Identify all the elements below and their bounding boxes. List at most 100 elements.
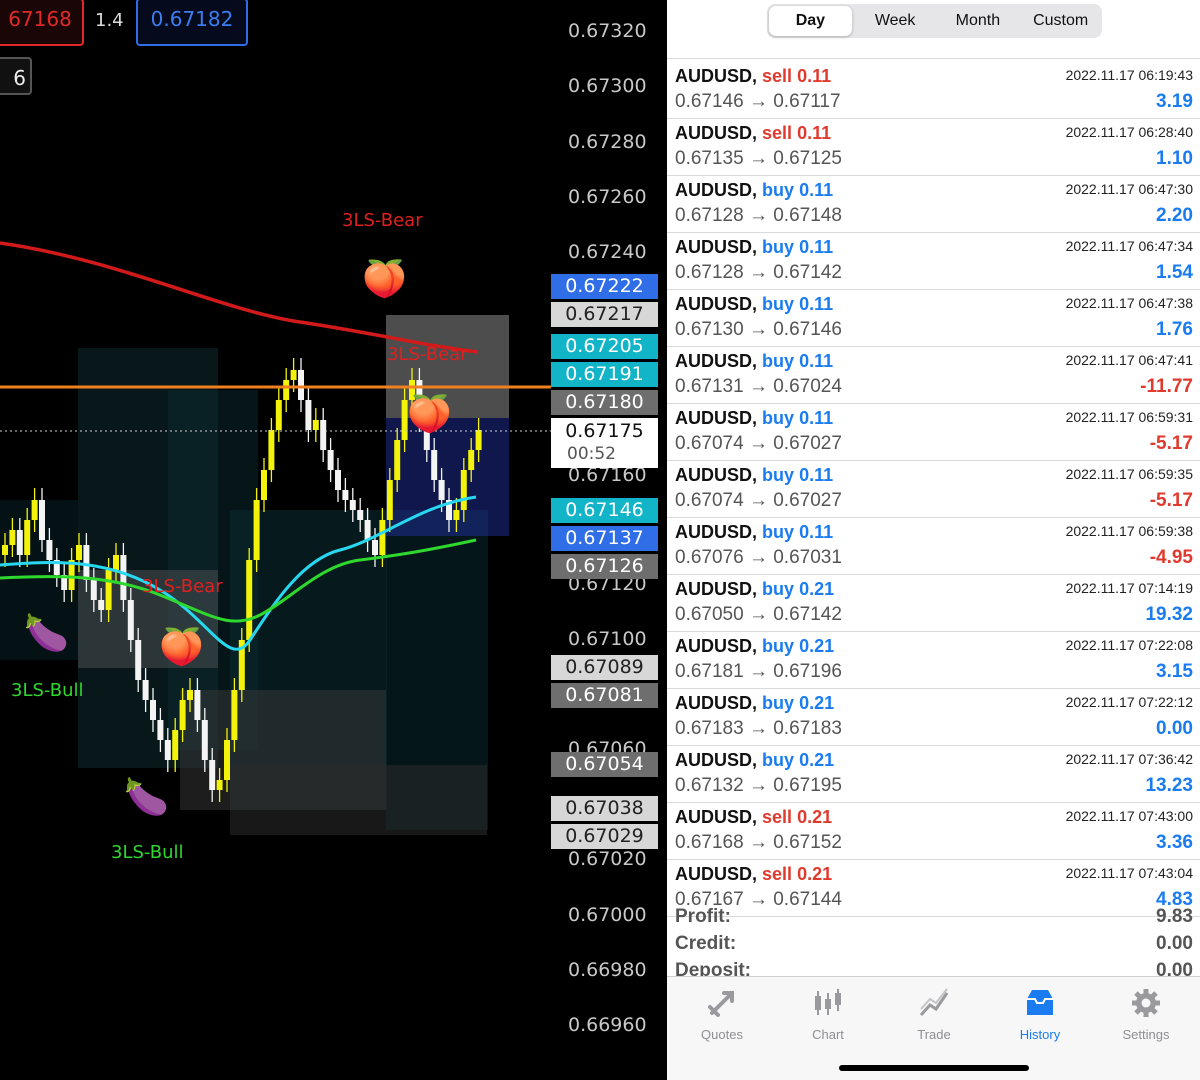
candle-body: [349, 500, 356, 510]
price-tag: 0.67180: [551, 390, 658, 415]
quotes-icon: [708, 991, 734, 1017]
candle-body: [453, 510, 460, 520]
candle-body: [46, 540, 53, 560]
deal-time: 2022.11.17 07:36:42: [1065, 751, 1193, 767]
tab-day[interactable]: Day: [769, 6, 852, 36]
deal-volume: 0.21: [799, 579, 835, 599]
deal-prices: 0.67050 → 0.67142: [675, 604, 842, 625]
candle-body: [9, 530, 16, 545]
deal-profit: 3.19: [1156, 91, 1193, 112]
current-price: 0.67175: [565, 420, 644, 442]
candle-body: [475, 430, 482, 450]
summary-row: Profit: 9.83: [667, 902, 1200, 929]
deal-volume: 0.11: [799, 408, 834, 428]
deal-side: sell: [762, 807, 793, 827]
tab-custom[interactable]: Custom: [1019, 4, 1102, 38]
deal-prices: 0.67146 → 0.67117: [675, 91, 841, 112]
tab-week[interactable]: Week: [854, 4, 937, 38]
deal-profit: 1.54: [1156, 262, 1193, 283]
tab-chart[interactable]: Chart: [775, 983, 881, 1045]
candle-body: [372, 540, 378, 555]
tab-trade[interactable]: Trade: [881, 983, 987, 1045]
bid-price-tag[interactable]: 67168: [0, 0, 84, 46]
deal-title: AUDUSD, buy 0.21: [675, 693, 834, 714]
deal-side: buy: [762, 294, 795, 314]
price-tag: 0.67081: [551, 683, 658, 708]
deal-row[interactable]: AUDUSD, buy 0.11 0.67076 → 0.67031 2022.11…: [667, 518, 1200, 575]
candle-body: [120, 555, 127, 600]
deal-title: AUDUSD, sell 0.21: [675, 864, 832, 885]
bar-countdown: 00:52: [567, 444, 616, 464]
candle-body: [142, 680, 149, 700]
tab-history[interactable]: History: [987, 983, 1093, 1045]
candle-body: [98, 600, 105, 610]
candle-body: [24, 520, 31, 555]
deal-symbol: AUDUSD,: [675, 66, 758, 86]
deal-title: AUDUSD, buy 0.11: [675, 522, 833, 543]
deal-symbol: AUDUSD,: [675, 864, 758, 884]
deal-row[interactable]: AUDUSD, buy 0.21 0.67183 → 0.67183 2022.11…: [667, 689, 1200, 746]
deal-row[interactable]: AUDUSD, buy 0.21 0.67181 → 0.67196 2022.11…: [667, 632, 1200, 689]
deal-time: 2022.11.17 07:22:12: [1065, 694, 1193, 710]
price-axis-label: 0.67320: [568, 20, 647, 42]
deal-time: 2022.11.17 06:47:38: [1065, 295, 1193, 311]
deal-row[interactable]: AUDUSD, buy 0.11 0.67074 → 0.67027 2022.11…: [667, 461, 1200, 518]
candle-body: [216, 780, 223, 790]
deal-side: buy: [762, 693, 795, 713]
deal-row[interactable]: AUDUSD, buy 0.21 0.67050 → 0.67142 2022.11…: [667, 575, 1200, 632]
deal-side: buy: [762, 237, 795, 257]
deal-row[interactable]: AUDUSD, buy 0.11 0.67128 → 0.67148 2022.11…: [667, 176, 1200, 233]
deal-volume: 0.11: [799, 237, 834, 257]
candle-body: [320, 420, 327, 450]
candle-body: [438, 480, 445, 500]
price-axis-label: 0.66980: [568, 959, 647, 981]
ask-price-tag[interactable]: 0.67182: [136, 0, 248, 46]
candle-body: [290, 370, 297, 380]
price-tag: 0.67089: [551, 655, 658, 680]
deal-row[interactable]: AUDUSD, buy 0.11 0.67128 → 0.67142 2022.11…: [667, 233, 1200, 290]
tab-settings[interactable]: Settings: [1093, 983, 1199, 1045]
price-chart[interactable]: 0.67320 0.67300 0.67280 0.67260 0.67240 0.671…: [0, 0, 667, 1080]
deal-time: 2022.11.17 06:59:31: [1065, 409, 1193, 425]
deal-side: buy: [762, 750, 795, 770]
candle-body: [460, 470, 467, 510]
deal-row[interactable]: AUDUSD, buy 0.11 0.67131 → 0.67024 2022.11…: [667, 347, 1200, 404]
settings-icon: [1132, 989, 1160, 1017]
price-tag: 0.67029: [551, 824, 658, 849]
tab-month[interactable]: Month: [937, 4, 1020, 38]
price-tag: 0.67126: [551, 554, 658, 579]
price-axis-label: 0.67260: [568, 186, 647, 208]
deal-time: 2022.11.17 06:59:35: [1065, 466, 1193, 482]
period-selector[interactable]: 6: [0, 57, 32, 95]
deal-row[interactable]: AUDUSD, buy 0.11 0.67074 → 0.67027 2022.11…: [667, 404, 1200, 461]
deal-title: AUDUSD, buy 0.11: [675, 351, 833, 372]
deal-volume: 0.11: [799, 351, 834, 371]
deal-row[interactable]: AUDUSD, buy 0.11 0.67130 → 0.67146 2022.11…: [667, 290, 1200, 347]
summary-value: 0.00: [1156, 933, 1193, 954]
candle-body: [379, 520, 386, 555]
deal-profit: 0.00: [1156, 718, 1193, 739]
deal-row[interactable]: AUDUSD, sell 0.11 0.67146 → 0.67117 2022.1…: [667, 62, 1200, 119]
deal-profit: 3.15: [1156, 661, 1193, 682]
deal-time: 2022.11.17 07:22:08: [1065, 637, 1193, 653]
candle-body: [31, 500, 38, 520]
tab-quotes[interactable]: Quotes: [669, 983, 775, 1045]
deal-row[interactable]: AUDUSD, sell 0.11 0.67135 → 0.67125 2022.1…: [667, 119, 1200, 176]
deal-prices: 0.67135 → 0.67125: [675, 148, 842, 169]
price-tag: 0.67205: [551, 334, 658, 359]
deal-side: buy: [762, 351, 795, 371]
deals-list[interactable]: AUDUSD, sell 0.11 0.67146 → 0.67117 2022.1…: [667, 62, 1200, 917]
deal-profit: 19.32: [1145, 604, 1193, 625]
deal-volume: 0.11: [799, 522, 834, 542]
deal-symbol: AUDUSD,: [675, 408, 758, 428]
deal-row[interactable]: AUDUSD, buy 0.21 0.67132 → 0.67195 2022.11…: [667, 746, 1200, 803]
deal-time: 2022.11.17 06:47:30: [1065, 181, 1193, 197]
pattern-label: 3LS-Bear: [142, 576, 223, 597]
candle-body: [253, 500, 260, 560]
candle-body: [298, 370, 304, 400]
candle-body: [127, 600, 134, 640]
deal-row[interactable]: AUDUSD, sell 0.21 0.67168 → 0.67152 2022.1…: [667, 803, 1200, 860]
deal-side: sell: [762, 864, 793, 884]
price-axis-label: 0.66960: [568, 1014, 647, 1036]
pattern-label: 3LS-Bull: [111, 842, 184, 863]
